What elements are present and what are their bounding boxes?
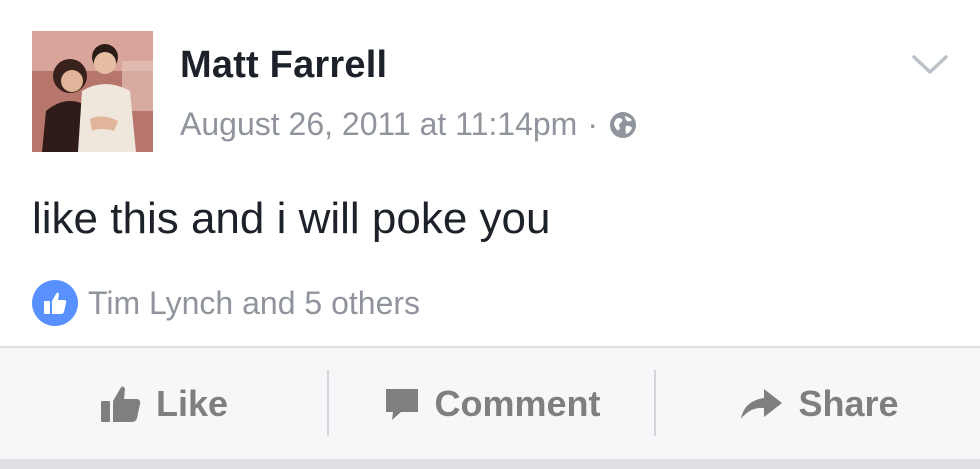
post-timestamp[interactable]: August 26, 2011 at 11:14pm [180,106,577,143]
post-meta: August 26, 2011 at 11:14pm · [180,106,638,143]
comment-icon [384,386,420,422]
comment-label: Comment [434,382,601,424]
like-button[interactable]: Like [0,348,328,459]
action-divider [654,370,656,436]
thumbs-up-icon [100,384,142,424]
reactions-summary[interactable]: Tim Lynch and 5 others [32,280,420,326]
action-bar: Like Comment Share [0,346,980,459]
share-arrow-icon [738,387,784,421]
chevron-down-icon[interactable] [910,52,950,78]
thumbs-up-icon [32,280,78,326]
post-card: Matt Farrell August 26, 2011 at 11:14pm … [0,0,980,469]
author-name[interactable]: Matt Farrell [180,44,387,87]
reactions-summary-text: Tim Lynch and 5 others [88,284,421,321]
globe-icon[interactable] [608,110,638,140]
like-label: Like [155,382,229,424]
avatar[interactable] [32,31,153,152]
avatar-photo [32,31,153,152]
feed-separator [0,459,980,469]
share-label: Share [798,382,899,424]
meta-separator: · [587,106,598,142]
action-divider [327,370,329,436]
post-text: like this and i will poke you [32,194,551,243]
share-button[interactable]: Share [657,348,980,459]
comment-button[interactable]: Comment [330,348,655,459]
